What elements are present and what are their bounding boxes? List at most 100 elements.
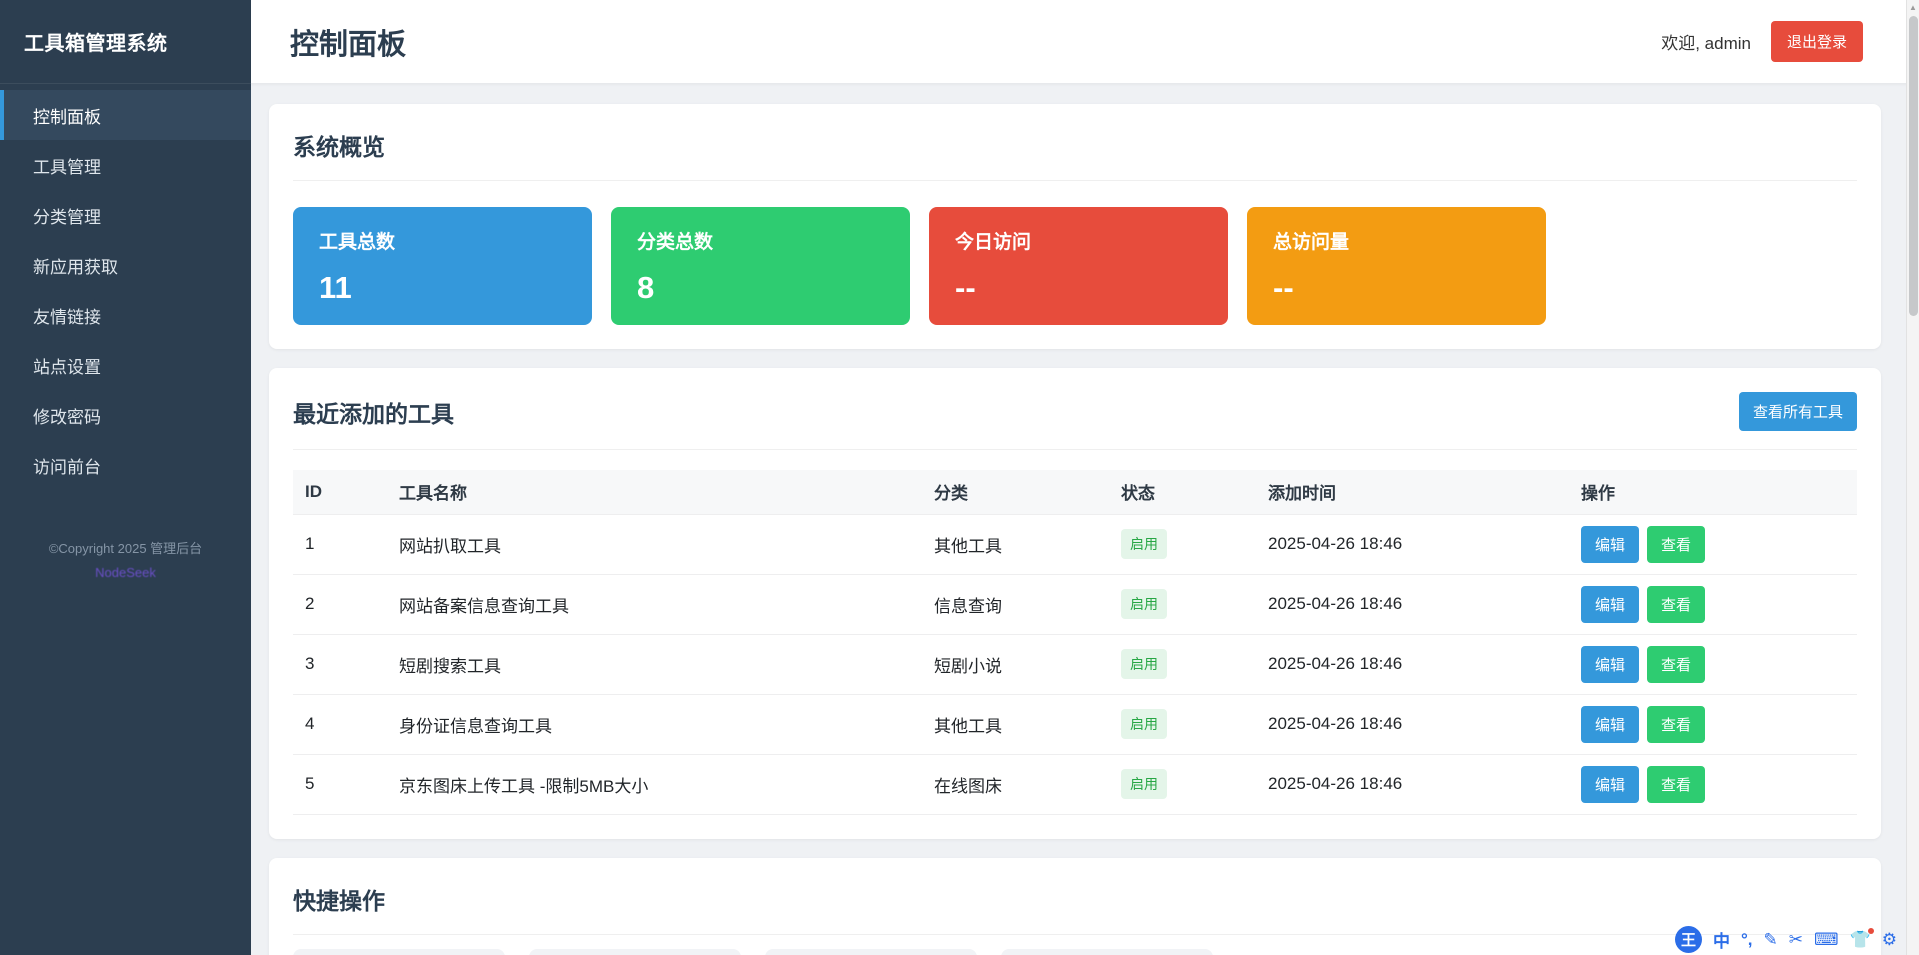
edit-button[interactable]: 编辑 [1581, 646, 1639, 683]
cell-actions: 编辑查看 [1569, 634, 1857, 694]
cell-status: 启用 [1109, 754, 1256, 814]
quick-action-tile[interactable]: ⚙ [1001, 949, 1213, 955]
sidebar-footer: ©Copyright 2025 管理后台 NodeSeek [0, 538, 251, 582]
scrollbar-thumb[interactable] [1909, 16, 1918, 316]
status-badge: 启用 [1121, 709, 1167, 739]
welcome-text: 欢迎, admin [1661, 29, 1751, 54]
quick-tiles-row: ✚ 📁 🔍 ⚙ [293, 949, 1857, 955]
chinese-mode-icon[interactable]: 中 [1713, 927, 1730, 952]
cell-category: 信息查询 [922, 574, 1109, 634]
punctuation-icon[interactable]: °, [1741, 930, 1753, 950]
view-button[interactable]: 查看 [1647, 766, 1705, 803]
divider [293, 180, 1857, 181]
divider [293, 934, 1857, 935]
header-right: 欢迎, admin 退出登录 [1661, 21, 1863, 62]
stat-card-今日访问: 今日访问-- [929, 207, 1228, 325]
stat-card-总访问量: 总访问量 -- [1247, 207, 1546, 325]
logout-button[interactable]: 退出登录 [1771, 21, 1863, 62]
table-header-row: ID工具名称分类状态添加时间操作 [293, 470, 1857, 514]
sidebar-menu: 控制面板工具管理分类管理新应用获取友情链接站点设置修改密码访问前台 [0, 84, 251, 490]
stat-label: 总访问量 [1273, 227, 1520, 254]
quick-actions-heading: 快捷操作 [293, 882, 1857, 916]
sidebar-item-友情链接[interactable]: 友情链接 [0, 290, 251, 340]
recent-tools-table: ID工具名称分类状态添加时间操作 1网站扒取工具其他工具启用2025-04-26… [293, 470, 1857, 815]
sidebar-item-label: 站点设置 [33, 353, 101, 378]
stat-label: 工具总数 [319, 227, 566, 254]
cell-status: 启用 [1109, 574, 1256, 634]
sidebar-item-label: 新应用获取 [33, 253, 118, 278]
sidebar-item-分类管理[interactable]: 分类管理 [0, 190, 251, 240]
cell-time: 2025-04-26 18:46 [1256, 634, 1569, 694]
divider [293, 449, 1857, 450]
sidebar-item-访问前台[interactable]: 访问前台 [0, 440, 251, 490]
sidebar-item-控制面板[interactable]: 控制面板 [0, 90, 251, 140]
cell-actions: 编辑查看 [1569, 514, 1857, 574]
stat-card-分类总数: 分类总数8 [611, 207, 910, 325]
settings-icon[interactable]: ⚙ [1882, 930, 1897, 950]
cell-category: 在线图床 [922, 754, 1109, 814]
sidebar-item-修改密码[interactable]: 修改密码 [0, 390, 251, 440]
column-header-分类: 分类 [922, 470, 1109, 514]
cell-actions: 编辑查看 [1569, 694, 1857, 754]
ime-logo-icon[interactable]: 王 [1675, 926, 1702, 953]
page-title: 控制面板 [290, 21, 406, 63]
ime-toolbar: 王 中 °, ✎ ✂ ⌨ 👕 ⚙ [1675, 926, 1897, 953]
view-all-tools-button[interactable]: 查看所有工具 [1739, 392, 1857, 431]
sidebar-item-label: 访问前台 [33, 453, 101, 478]
status-badge: 启用 [1121, 769, 1167, 799]
view-button[interactable]: 查看 [1647, 526, 1705, 563]
quick-action-tile[interactable]: 📁 [529, 949, 741, 955]
footer-link[interactable]: NodeSeek [95, 565, 156, 580]
view-button[interactable]: 查看 [1647, 646, 1705, 683]
copyright-text: ©Copyright 2025 管理后台 [0, 538, 251, 557]
view-button[interactable]: 查看 [1647, 586, 1705, 623]
column-header-ID: ID [293, 470, 387, 514]
table-body: 1网站扒取工具其他工具启用2025-04-26 18:46编辑查看2网站备案信息… [293, 514, 1857, 814]
overview-card: 系统概览 工具总数11分类总数8今日访问--总访问量-- [269, 104, 1881, 349]
cell-category: 其他工具 [922, 694, 1109, 754]
edit-button[interactable]: 编辑 [1581, 586, 1639, 623]
recent-card-header: 最近添加的工具 查看所有工具 [293, 392, 1857, 431]
column-header-状态: 状态 [1109, 470, 1256, 514]
skin-icon[interactable]: 👕 [1850, 930, 1871, 950]
edit-button[interactable]: 编辑 [1581, 526, 1639, 563]
recent-heading: 最近添加的工具 [293, 395, 454, 429]
scissors-icon[interactable]: ✂ [1789, 930, 1803, 950]
cell-id: 2 [293, 574, 387, 634]
app-logo: 工具箱管理系统 [0, 0, 251, 84]
column-header-工具名称: 工具名称 [387, 470, 922, 514]
main-column: 控制面板 欢迎, admin 退出登录 系统概览 工具总数11分类总数8今日访问… [251, 0, 1919, 955]
overview-heading: 系统概览 [293, 128, 1857, 162]
sidebar-item-label: 控制面板 [33, 103, 101, 128]
cell-tool-name: 网站备案信息查询工具 [387, 574, 922, 634]
cell-time: 2025-04-26 18:46 [1256, 754, 1569, 814]
keyboard-icon[interactable]: ⌨ [1814, 930, 1839, 950]
quick-action-tile[interactable]: 🔍 [765, 949, 977, 955]
quick-actions-card: 快捷操作 ✚ 📁 🔍 ⚙ [269, 858, 1881, 955]
cell-status: 启用 [1109, 514, 1256, 574]
sidebar-item-新应用获取[interactable]: 新应用获取 [0, 240, 251, 290]
cell-tool-name: 京东图床上传工具 -限制5MB大小 [387, 754, 922, 814]
scroll-up-icon[interactable]: ▲ [1909, 3, 1917, 12]
cell-tool-name: 身份证信息查询工具 [387, 694, 922, 754]
column-header-添加时间: 添加时间 [1256, 470, 1569, 514]
sidebar-item-工具管理[interactable]: 工具管理 [0, 140, 251, 190]
cell-category: 短剧小说 [922, 634, 1109, 694]
sidebar-item-站点设置[interactable]: 站点设置 [0, 340, 251, 390]
vertical-scrollbar[interactable]: ▲ [1906, 0, 1919, 955]
table-row: 5京东图床上传工具 -限制5MB大小在线图床启用2025-04-26 18:46… [293, 754, 1857, 814]
table-row: 3短剧搜索工具短剧小说启用2025-04-26 18:46编辑查看 [293, 634, 1857, 694]
stat-label: 分类总数 [637, 227, 884, 254]
view-button[interactable]: 查看 [1647, 706, 1705, 743]
recent-tools-card: 最近添加的工具 查看所有工具 ID工具名称分类状态添加时间操作 1网站扒取工具其… [269, 368, 1881, 839]
table-row: 2网站备案信息查询工具信息查询启用2025-04-26 18:46 编辑查看 [293, 574, 1857, 634]
status-badge: 启用 [1121, 529, 1167, 559]
edit-button[interactable]: 编辑 [1581, 766, 1639, 803]
pen-icon[interactable]: ✎ [1764, 930, 1778, 950]
quick-action-tile[interactable]: ✚ [293, 949, 505, 955]
stat-value: -- [1273, 270, 1520, 306]
cell-status: 启用 [1109, 694, 1256, 754]
edit-button[interactable]: 编辑 [1581, 706, 1639, 743]
sidebar-item-label: 工具管理 [33, 153, 101, 178]
cell-time: 2025-04-26 18:46 [1256, 574, 1569, 634]
